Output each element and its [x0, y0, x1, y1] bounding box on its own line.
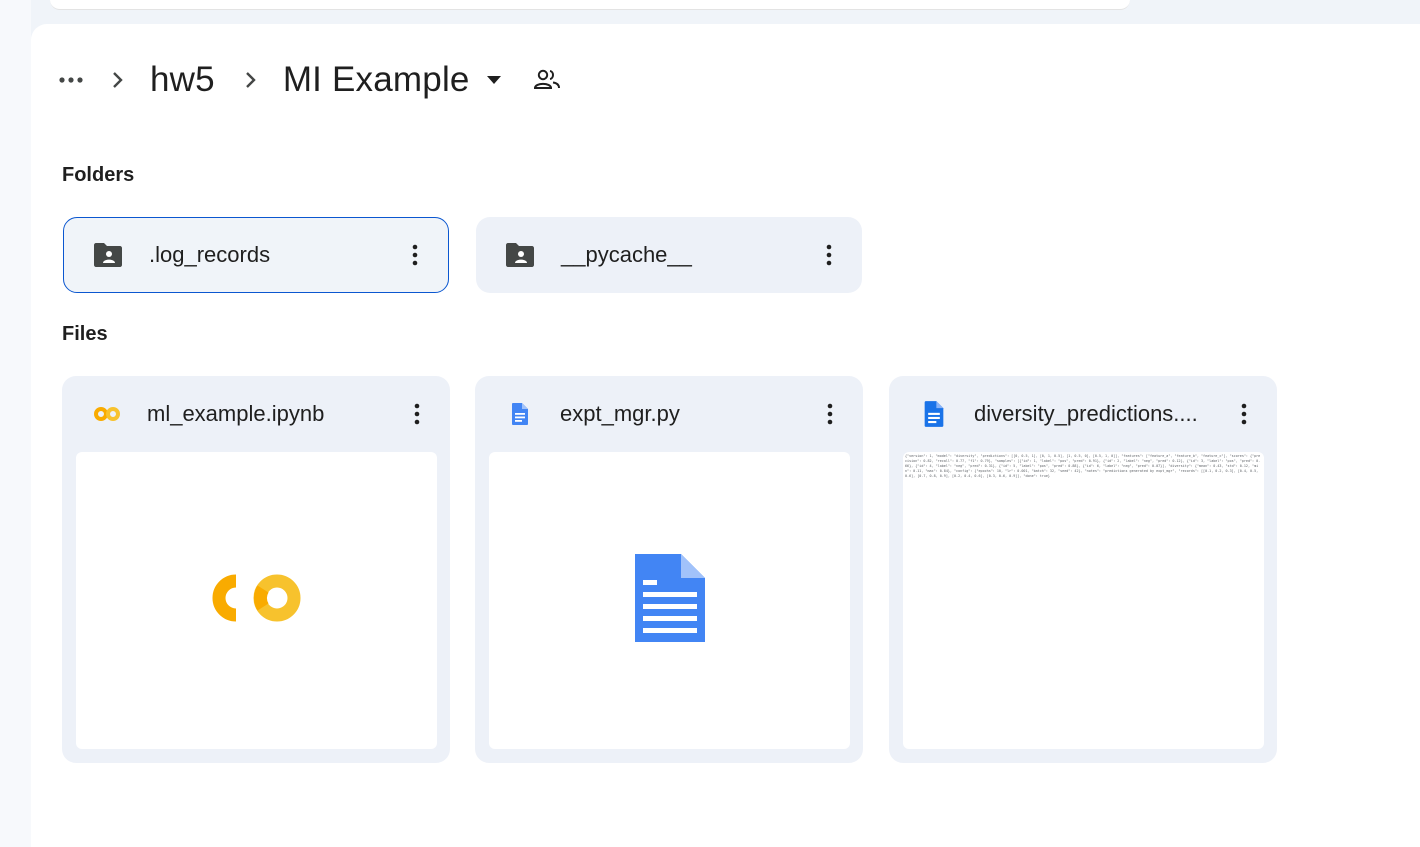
colab-logo-icon: [205, 567, 309, 634]
folder-pycache[interactable]: __pycache__: [476, 217, 862, 293]
file-name: expt_mgr.py: [560, 401, 680, 426]
folder-name: __pycache__: [561, 242, 692, 267]
arrow-drop-down-icon[interactable]: [484, 70, 504, 90]
file-thumbnail: [489, 452, 850, 749]
chevron-right-icon: [106, 68, 130, 92]
shared-people-icon[interactable]: [532, 65, 562, 95]
file-card-diversity-predictions[interactable]: diversity_predictions.... {"version": 1,…: [889, 376, 1277, 763]
chevron-right-icon: [239, 68, 263, 92]
more-vert-icon[interactable]: [1228, 398, 1260, 430]
top-strip: [50, 0, 1130, 10]
file-thumbnail: {"version": 1, "model": "diversity", "pr…: [903, 452, 1264, 749]
folder-log-records[interactable]: .log_records: [63, 217, 449, 293]
main-panel: hw5 MI Example Folders .log_records __py…: [31, 24, 1420, 847]
breadcrumb-current-folder[interactable]: MI Example: [283, 60, 504, 100]
doc-icon: [920, 400, 948, 428]
files-heading: Files: [62, 323, 108, 345]
more-vert-icon[interactable]: [814, 398, 846, 430]
folders-heading: Folders: [62, 164, 135, 186]
file-name: diversity_predictions....: [974, 401, 1198, 426]
file-card-header: expt_mgr.py: [475, 376, 863, 452]
more-vert-icon[interactable]: [401, 398, 433, 430]
left-sliver: [0, 0, 31, 847]
colab-icon: [93, 400, 121, 428]
file-thumbnail: [76, 452, 437, 749]
file-preview-text: {"version": 1, "model": "diversity", "pr…: [905, 454, 1261, 478]
breadcrumb-item-parent[interactable]: hw5: [150, 60, 215, 100]
file-card-header: ml_example.ipynb: [62, 376, 450, 452]
doc-large-icon: [634, 554, 705, 647]
file-card-ml-example[interactable]: ml_example.ipynb: [62, 376, 450, 763]
file-name: ml_example.ipynb: [147, 401, 325, 426]
more-vert-icon[interactable]: [813, 239, 845, 271]
breadcrumb-current-label: MI Example: [282, 60, 470, 99]
breadcrumb: hw5 MI Example: [56, 54, 562, 106]
more-horiz-icon[interactable]: [56, 65, 86, 95]
doc-icon: [506, 400, 534, 428]
file-card-header: diversity_predictions....: [889, 376, 1277, 452]
shared-folder-icon: [503, 241, 537, 269]
more-vert-icon[interactable]: [399, 239, 431, 271]
folder-name: .log_records: [149, 242, 271, 267]
shared-folder-icon: [91, 241, 125, 269]
file-card-expt-mgr[interactable]: expt_mgr.py: [475, 376, 863, 763]
